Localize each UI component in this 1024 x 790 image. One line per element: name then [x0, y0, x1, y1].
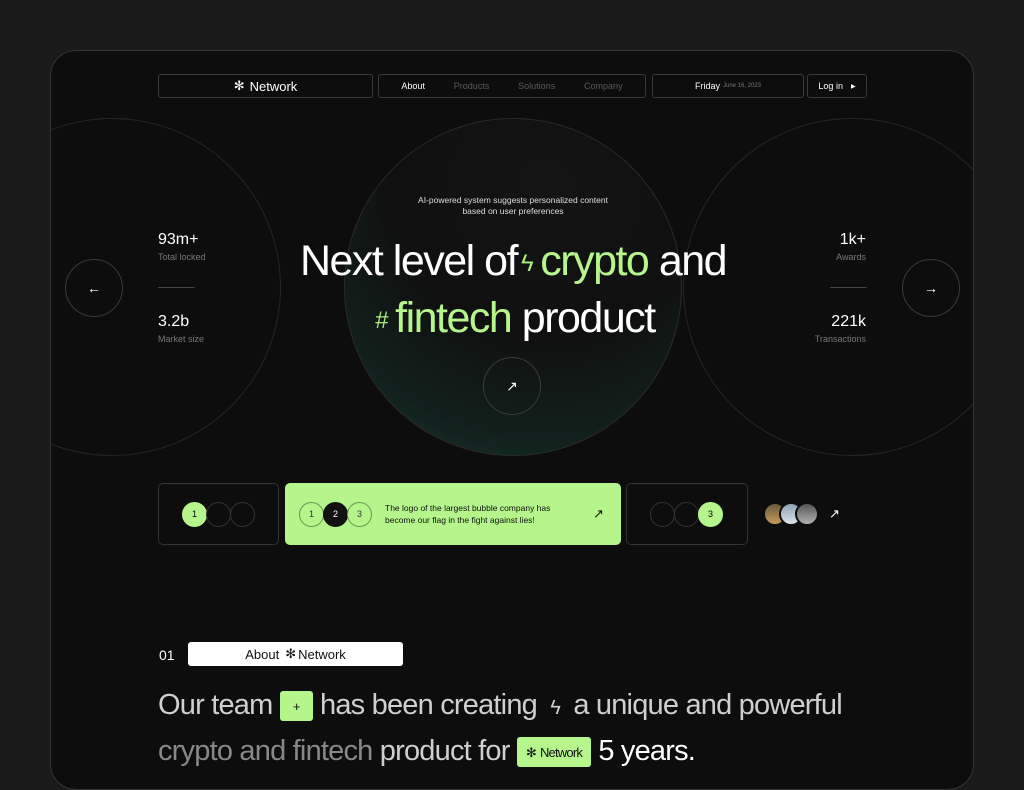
hero-headline: Next level of ϟ crypto and # fintech produc…	[299, 237, 728, 343]
arrow-up-right-icon: ↗	[506, 377, 518, 394]
slide-card-1[interactable]: 1	[158, 483, 279, 545]
slide-indicator[interactable]: 3	[347, 501, 372, 527]
lightning-icon: ϟ	[550, 697, 561, 719]
lightning-icon: ϟ	[521, 250, 534, 278]
hash-icon: #	[375, 307, 388, 335]
about-paragraph: Our team + has been creating ϟ a unique …	[158, 684, 898, 773]
slide-indicator	[650, 501, 675, 527]
plus-icon: +	[279, 691, 313, 722]
caret-right-icon: ▶	[850, 83, 856, 90]
avatar-group[interactable]: ↗	[763, 502, 840, 526]
stat-transactions: 221k Transactions	[814, 313, 866, 344]
next-arrow-button[interactable]: →	[902, 259, 960, 317]
slide-caption: The logo of the largest bubble company h…	[385, 503, 551, 525]
stat-awards: 1k+ Awards	[836, 231, 866, 262]
slide-card-3[interactable]: 3	[626, 483, 748, 545]
network-badge: ✻ Network	[516, 737, 592, 768]
main-nav: About Products Solutions Company	[378, 74, 646, 98]
slide-indicator[interactable]: 3	[698, 501, 723, 527]
slide-indicator[interactable]: 1	[182, 501, 207, 527]
slide-indicator	[206, 501, 231, 527]
stat-total-locked: 93m+ Total locked	[158, 231, 206, 262]
slide-indicator	[230, 501, 255, 527]
slide-indicator	[674, 501, 699, 527]
arrow-left-icon: ←	[87, 280, 101, 296]
nav-products[interactable]: Products	[454, 81, 490, 91]
asterisk-icon: ✻	[285, 646, 297, 661]
date-display: Friday June 16, 2023	[652, 74, 804, 98]
section-number: 01	[159, 647, 175, 663]
nav-about[interactable]: About	[401, 81, 425, 91]
slide-indicator[interactable]: 2	[323, 501, 348, 527]
arrow-right-icon: →	[924, 280, 938, 296]
avatar	[795, 502, 819, 526]
login-button[interactable]: Log in ▶	[807, 74, 867, 98]
divider	[830, 287, 867, 288]
prev-arrow-button[interactable]: ←	[65, 259, 123, 317]
arrow-up-right-icon[interactable]: ↗	[829, 502, 840, 526]
nav-company[interactable]: Company	[584, 81, 623, 91]
stat-market-size: 3.2b Market size	[158, 313, 205, 344]
hero-cta-button[interactable]: ↗	[483, 357, 541, 415]
slide-indicator[interactable]: 1	[299, 501, 324, 527]
asterisk-icon: ✻	[525, 744, 537, 760]
page-frame: ✻ Network About Products Solutions Compa…	[50, 50, 974, 790]
hero-tagline: AI-powered system suggests personalized …	[418, 195, 608, 216]
divider	[158, 287, 195, 288]
asterisk-icon: ✻	[233, 78, 245, 93]
arrow-up-right-icon[interactable]: ↗	[593, 506, 604, 522]
about-section-label: About ✻ Network	[188, 642, 403, 666]
slide-card-2[interactable]: 1 2 3 The logo of the largest bubble com…	[285, 483, 621, 545]
brand-logo[interactable]: ✻ Network	[158, 74, 373, 98]
nav-solutions[interactable]: Solutions	[518, 81, 555, 91]
